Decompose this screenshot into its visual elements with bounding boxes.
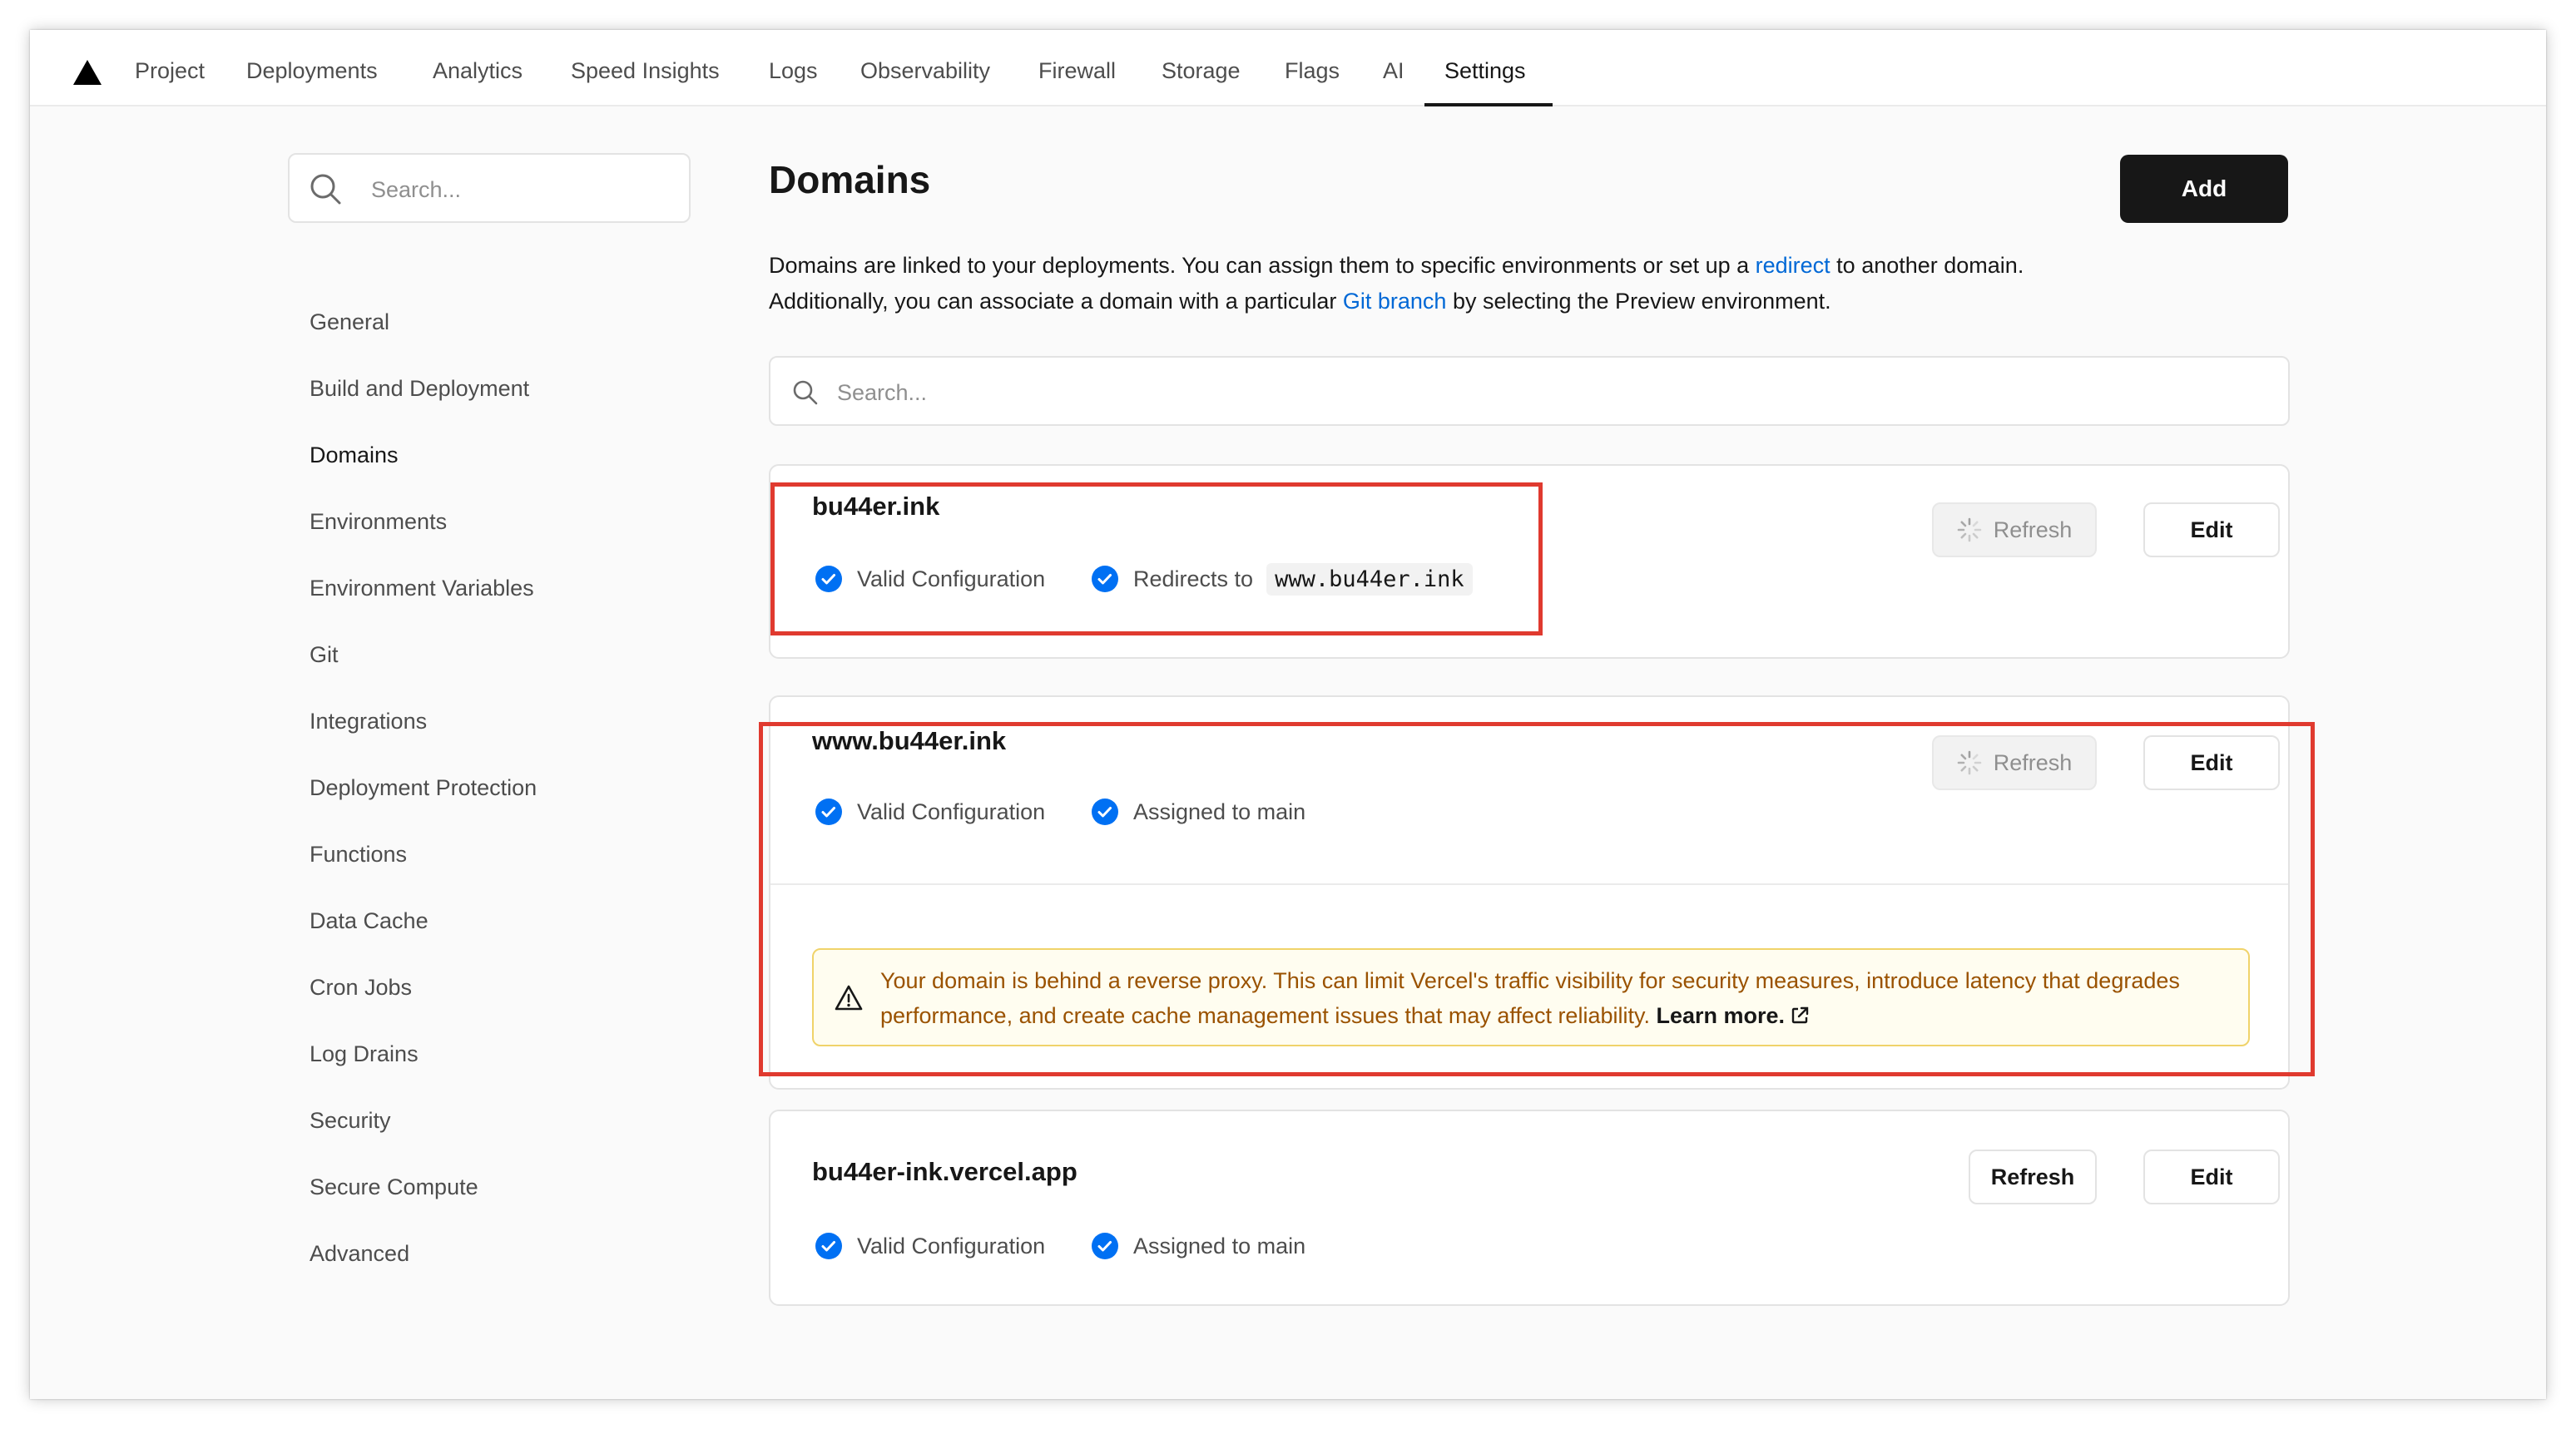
- nav-tab-observability[interactable]: Observability: [860, 57, 990, 85]
- sidebar-item-environments[interactable]: Environments: [310, 507, 447, 536]
- sidebar-item-integrations[interactable]: Integrations: [310, 707, 427, 735]
- check-circle-icon: [1092, 566, 1118, 592]
- description-text: by selecting the Preview environment.: [1446, 289, 1831, 314]
- status-redirects: Redirects to www.bu44er.ink: [1092, 561, 1473, 597]
- nav-tab-flags[interactable]: Flags: [1285, 57, 1340, 85]
- card-divider: [770, 883, 2288, 885]
- vercel-logo-icon[interactable]: [73, 60, 102, 85]
- sidebar-search-input[interactable]: Search...: [288, 153, 691, 223]
- check-circle-icon: [815, 566, 842, 592]
- reverse-proxy-warning: Your domain is behind a reverse proxy. T…: [812, 948, 2250, 1046]
- edit-button[interactable]: Edit: [2143, 1150, 2280, 1204]
- warning-message: Your domain is behind a reverse proxy. T…: [880, 963, 2228, 1033]
- status-label: Valid Configuration: [857, 566, 1046, 591]
- nav-tab-analytics[interactable]: Analytics: [433, 57, 523, 85]
- sidebar-item-cron-jobs[interactable]: Cron Jobs: [310, 973, 412, 1001]
- description-text: Additionally, you can associate a domain…: [769, 289, 1343, 314]
- domain-search-placeholder: Search...: [837, 380, 928, 405]
- check-circle-icon: [815, 799, 842, 825]
- sidebar-item-domains[interactable]: Domains: [310, 441, 399, 469]
- check-circle-icon: [815, 1233, 842, 1259]
- sidebar-item-security[interactable]: Security: [310, 1106, 391, 1135]
- sidebar-item-general[interactable]: General: [310, 308, 389, 336]
- status-label: Valid Configuration: [857, 799, 1046, 824]
- refresh-label: Refresh: [1993, 750, 2073, 775]
- status-label: Redirects to: [1133, 566, 1254, 591]
- redirect-link[interactable]: redirect: [1756, 253, 1830, 278]
- refresh-button[interactable]: Refresh: [1932, 502, 2097, 557]
- sidebar-item-data-cache[interactable]: Data Cache: [310, 907, 429, 935]
- status-valid-configuration: Valid Configuration: [815, 1228, 1045, 1264]
- spinner-icon: [1957, 517, 1982, 542]
- nav-tab-project[interactable]: Project: [135, 57, 205, 85]
- domain-card: bu44er-ink.vercel.app Valid Configuratio…: [769, 1110, 2290, 1306]
- add-domain-button[interactable]: Add: [2120, 155, 2288, 223]
- status-label: Valid Configuration: [857, 1233, 1046, 1258]
- learn-more-link[interactable]: Learn more.: [1657, 1003, 1811, 1028]
- search-icon: [793, 380, 818, 405]
- status-valid-configuration: Valid Configuration: [815, 794, 1045, 830]
- status-assigned: Assigned to main: [1092, 794, 1305, 830]
- sidebar-item-advanced[interactable]: Advanced: [310, 1239, 409, 1268]
- domain-card: bu44er.ink Valid Configuration Redirects…: [769, 464, 2290, 659]
- sidebar-item-build-and-deployment[interactable]: Build and Deployment: [310, 374, 529, 403]
- nav-tab-speed-insights[interactable]: Speed Insights: [571, 57, 720, 85]
- domain-name[interactable]: bu44er-ink.vercel.app: [812, 1156, 1077, 1188]
- domain-card: www.bu44er.ink Valid Configuration Assig…: [769, 695, 2290, 1090]
- active-tab-indicator: [1424, 103, 1553, 106]
- refresh-button[interactable]: Refresh: [1969, 1150, 2097, 1204]
- edit-button[interactable]: Edit: [2143, 502, 2280, 557]
- page-title: Domains: [769, 158, 931, 201]
- sidebar-search-placeholder: Search...: [371, 177, 462, 202]
- nav-tab-logs[interactable]: Logs: [769, 57, 818, 85]
- status-assigned: Assigned to main: [1092, 1228, 1305, 1264]
- status-label: Assigned to main: [1133, 799, 1306, 824]
- nav-tab-deployments[interactable]: Deployments: [246, 57, 378, 85]
- warning-triangle-icon: [835, 985, 863, 1011]
- redirect-target: www.bu44er.ink: [1266, 562, 1473, 596]
- nav-tab-storage[interactable]: Storage: [1162, 57, 1241, 85]
- domain-name[interactable]: www.bu44er.ink: [812, 725, 1006, 757]
- sidebar-item-functions[interactable]: Functions: [310, 840, 407, 868]
- sidebar-item-log-drains[interactable]: Log Drains: [310, 1040, 419, 1068]
- git-branch-link[interactable]: Git branch: [1343, 289, 1447, 314]
- domain-search-input[interactable]: Search...: [769, 356, 2290, 426]
- status-label: Assigned to main: [1133, 1233, 1306, 1258]
- sidebar-item-environment-variables[interactable]: Environment Variables: [310, 574, 534, 602]
- page-description: Domains are linked to your deployments. …: [769, 248, 2266, 319]
- app-window: Project Deployments Analytics Speed Insi…: [30, 30, 2546, 1399]
- top-nav: Project Deployments Analytics Speed Insi…: [30, 30, 2546, 106]
- check-circle-icon: [1092, 1233, 1118, 1259]
- nav-tab-ai[interactable]: AI: [1383, 57, 1404, 85]
- refresh-button[interactable]: Refresh: [1932, 735, 2097, 790]
- description-text: to another domain.: [1830, 253, 2024, 278]
- search-icon: [310, 174, 341, 205]
- learn-more-label: Learn more.: [1656, 1003, 1786, 1028]
- edit-button[interactable]: Edit: [2143, 735, 2280, 790]
- check-circle-icon: [1092, 799, 1118, 825]
- description-text: Domains are linked to your deployments. …: [769, 253, 1756, 278]
- warning-text: Your domain is behind a reverse proxy. T…: [880, 968, 2180, 1028]
- status-valid-configuration: Valid Configuration: [815, 561, 1045, 597]
- sidebar-item-secure-compute[interactable]: Secure Compute: [310, 1173, 478, 1201]
- spinner-icon: [1957, 750, 1982, 775]
- sidebar-item-git[interactable]: Git: [310, 640, 339, 669]
- refresh-label: Refresh: [1993, 517, 2073, 542]
- nav-tab-firewall[interactable]: Firewall: [1038, 57, 1116, 85]
- sidebar-item-deployment-protection[interactable]: Deployment Protection: [310, 774, 537, 802]
- external-link-icon: [1791, 1006, 1809, 1024]
- domain-name[interactable]: bu44er.ink: [812, 491, 939, 522]
- nav-tab-settings[interactable]: Settings: [1444, 57, 1526, 85]
